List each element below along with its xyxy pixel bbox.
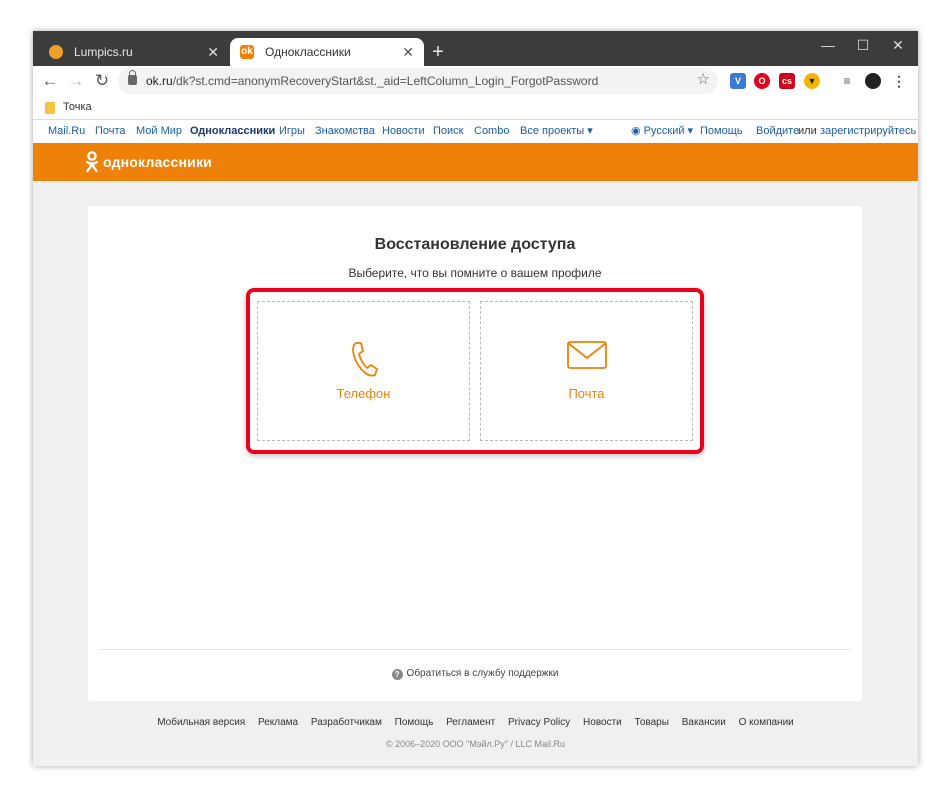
folder-icon xyxy=(45,102,55,114)
portal-link-odnoklassniki[interactable]: Одноклассники xyxy=(190,120,275,143)
portal-link-combo[interactable]: Combo xyxy=(474,120,509,143)
portal-nav-bar: Mail.Ru Почта Мой Мир Одноклассники Игры… xyxy=(33,120,918,143)
phone-icon xyxy=(351,342,378,377)
login-link[interactable]: Войдите xyxy=(756,120,799,143)
recover-by-phone-option[interactable]: Телефон xyxy=(257,301,470,441)
tab-close-icon[interactable]: ✕ xyxy=(207,38,219,66)
url-text[interactable]: ok.ru/dk?st.cmd=anonymRecoveryStart&st._… xyxy=(146,68,598,94)
forward-arrow-icon[interactable]: → xyxy=(65,70,87,92)
footer-link[interactable]: Помощь xyxy=(395,717,434,728)
portal-link-moy-mir[interactable]: Мой Мир xyxy=(136,120,182,143)
footer-link[interactable]: О компании xyxy=(739,717,794,728)
support-link[interactable]: ? Обратиться в службу поддержки xyxy=(88,668,862,680)
bookmark-item[interactable]: Точка xyxy=(63,96,92,118)
footer-link[interactable]: Privacy Policy xyxy=(508,717,570,728)
portal-link-pochta[interactable]: Почта xyxy=(95,120,126,143)
bookmark-star-icon[interactable]: ☆ xyxy=(697,70,710,88)
email-option-label: Почта xyxy=(568,386,605,401)
lumpics-favicon-icon xyxy=(49,45,63,59)
footer-link[interactable]: Регламент xyxy=(446,717,495,728)
footer-links: Мобильная версия Реклама Разработчикам П… xyxy=(33,717,918,728)
recover-by-email-option[interactable]: Почта xyxy=(480,301,693,441)
new-tab-button[interactable]: + xyxy=(428,40,448,64)
back-arrow-icon[interactable]: ← xyxy=(39,70,61,92)
close-window-button[interactable]: ✕ xyxy=(883,35,913,55)
extension-shield-icon[interactable]: ▼ xyxy=(804,73,820,89)
portal-link-help[interactable]: Помощь xyxy=(700,120,743,143)
portal-link-poisk[interactable]: Поиск xyxy=(433,120,463,143)
recovery-card: Восстановление доступа Выберите, что вы … xyxy=(88,206,862,701)
portal-link-mailru[interactable]: Mail.Ru xyxy=(48,120,85,143)
footer-link[interactable]: Новости xyxy=(583,717,622,728)
footer-link[interactable]: Мобильная версия xyxy=(157,717,245,728)
maximize-button[interactable]: ☐ xyxy=(848,35,878,55)
lock-icon xyxy=(128,70,137,85)
copyright-text: © 2006–2020 ООО "Мэйл.Ру" / LLC Mail.Ru xyxy=(385,739,566,749)
portal-link-znakomstva[interactable]: Знакомства xyxy=(315,120,375,143)
footer-link[interactable]: Вакансии xyxy=(682,717,726,728)
mail-icon xyxy=(566,341,607,369)
tab-odnoklassniki[interactable]: ok Одноклассники ✕ xyxy=(230,38,424,66)
footer-link[interactable]: Товары xyxy=(635,717,669,728)
minimize-button[interactable]: — xyxy=(813,35,843,55)
tab-title: Одноклассники xyxy=(265,45,351,59)
tab-title: Lumpics.ru xyxy=(74,45,133,59)
footer-link[interactable]: Разработчикам xyxy=(311,717,382,728)
extension-cs-icon[interactable]: cs xyxy=(779,73,795,89)
ok-header-bar: одноклассники xyxy=(33,143,918,181)
opera-extension-icon[interactable]: O xyxy=(754,73,770,89)
browser-toolbar: ← → ↻ ok.ru/dk?st.cmd=anonymRecoveryStar… xyxy=(33,66,918,96)
register-link[interactable]: зарегистрируйтесь xyxy=(820,120,916,143)
divider xyxy=(100,649,850,650)
profile-avatar[interactable] xyxy=(865,73,881,89)
phone-option-label: Телефон xyxy=(336,386,391,401)
portal-link-all-projects[interactable]: Все проекты ▾ xyxy=(520,120,593,143)
or-text: или xyxy=(798,125,817,137)
language-selector[interactable]: ◉ Русский ▾ xyxy=(631,120,693,143)
page-subtitle: Выберите, что вы помните о вашем профиле xyxy=(348,266,602,280)
reload-icon[interactable]: ↻ xyxy=(91,70,113,92)
page-content: Mail.Ru Почта Мой Мир Одноклассники Игры… xyxy=(33,120,918,766)
ok-logo-icon[interactable] xyxy=(85,151,99,173)
question-icon: ? xyxy=(391,669,403,680)
portal-link-igry[interactable]: Игры xyxy=(279,120,305,143)
page-title: Восстановление доступа xyxy=(374,236,576,253)
reading-list-icon[interactable]: ≡ xyxy=(839,73,855,89)
bookmarks-bar: Точка xyxy=(33,96,918,120)
footer-link[interactable]: Реклама xyxy=(258,717,298,728)
tab-strip: Lumpics.ru ✕ ok Одноклассники ✕ + — ☐ ✕ xyxy=(33,31,918,66)
tab-lumpics[interactable]: Lumpics.ru ✕ xyxy=(39,38,229,66)
globe-icon: ◉ xyxy=(631,125,641,137)
ok-brand-name[interactable]: одноклассники xyxy=(103,143,212,181)
ok-favicon-icon: ok xyxy=(240,45,254,59)
tab-close-icon[interactable]: ✕ xyxy=(402,38,414,66)
address-bar[interactable]: ok.ru/dk?st.cmd=anonymRecoveryStart&st._… xyxy=(118,68,718,94)
menu-kebab-icon[interactable]: ⋮ xyxy=(891,73,907,89)
browser-window: Lumpics.ru ✕ ok Одноклассники ✕ + — ☐ ✕ … xyxy=(33,31,918,766)
portal-link-novosti[interactable]: Новости xyxy=(382,120,425,143)
extension-v-icon[interactable]: V xyxy=(730,73,746,89)
